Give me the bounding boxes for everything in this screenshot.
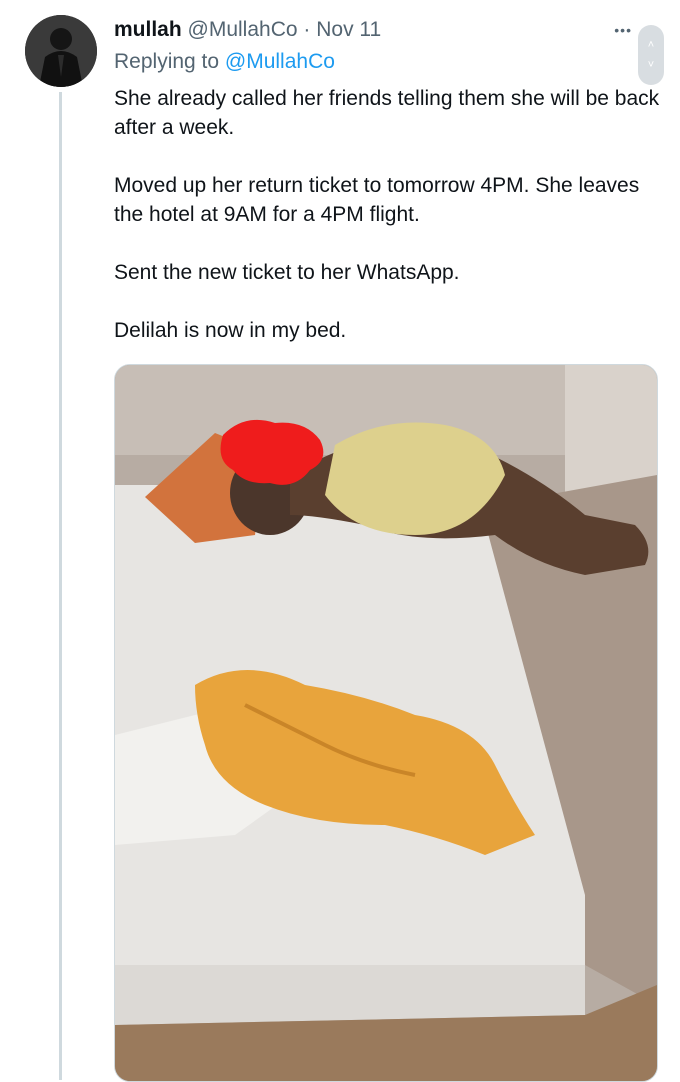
- avatar-image: [25, 15, 97, 87]
- tweet-date[interactable]: Nov 11: [316, 18, 381, 41]
- user-handle[interactable]: @MullahCo: [188, 18, 298, 41]
- tweet: mullah @MullahCo · Nov 11 Replying to @M…: [114, 14, 662, 374]
- replying-to-handle[interactable]: @MullahCo: [225, 50, 335, 73]
- replying-to: Replying to @MullahCo: [114, 46, 662, 78]
- replying-to-prefix: Replying to: [114, 50, 220, 73]
- tweet-header: mullah @MullahCo · Nov 11: [114, 14, 662, 46]
- chevron-up-icon[interactable]: ˄: [648, 39, 654, 51]
- display-name[interactable]: mullah: [114, 18, 182, 41]
- photo-bed-scene: [115, 365, 657, 1081]
- tweet-photo[interactable]: [114, 364, 658, 1082]
- more-horizontal-icon[interactable]: •••: [614, 22, 632, 38]
- thread-connector-line: [59, 92, 62, 1080]
- tweet-paragraph: She already called her friends telling t…: [114, 87, 660, 139]
- header-separator: ·: [303, 18, 311, 41]
- tweet-paragraph: Sent the new ticket to her WhatsApp.: [114, 261, 460, 284]
- chevron-down-icon[interactable]: ˅: [648, 59, 654, 71]
- tweet-text: She already called her friends telling t…: [114, 84, 662, 345]
- tweet-paragraph: Moved up her return ticket to tomorrow 4…: [114, 174, 640, 226]
- scroll-control[interactable]: ˄ ˅: [638, 25, 664, 85]
- avatar[interactable]: [25, 15, 97, 87]
- tweet-paragraph: Delilah is now in my bed.: [114, 319, 347, 342]
